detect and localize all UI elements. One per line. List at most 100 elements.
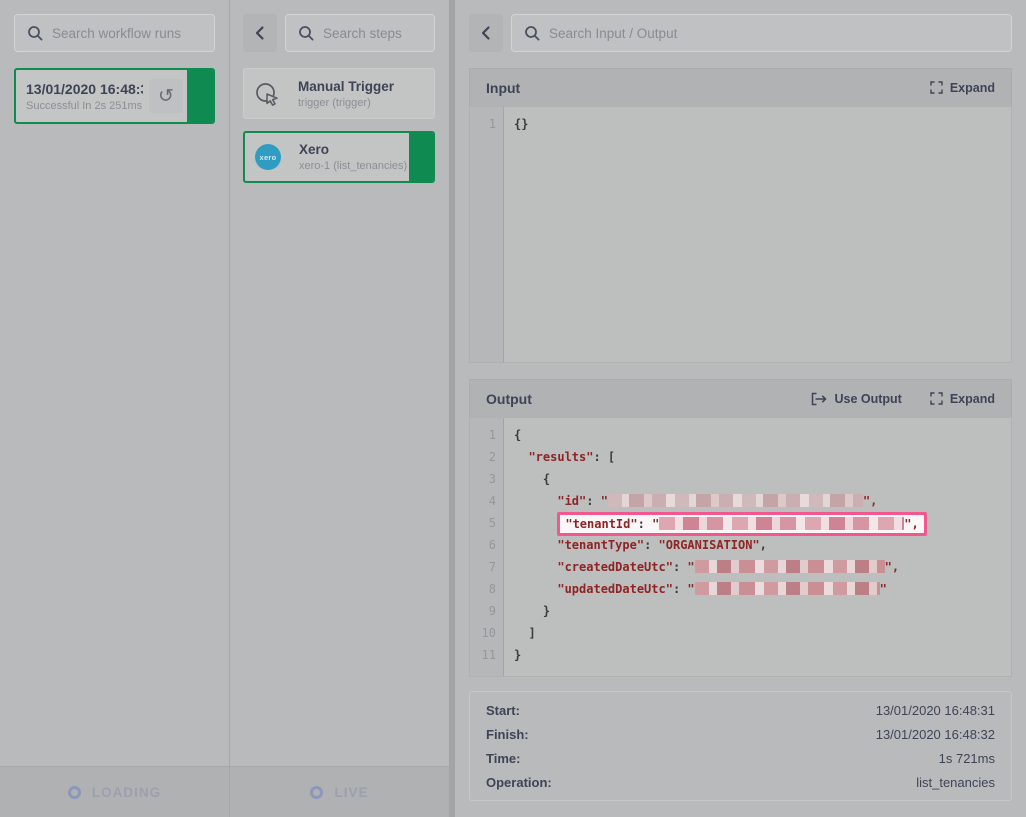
- expand-label: Expand: [950, 81, 995, 95]
- redacted-id-value: [608, 494, 863, 507]
- run-timestamp: 13/01/2020 16:48:30: [26, 81, 143, 97]
- live-label: LIVE: [334, 785, 368, 800]
- json-token: {: [514, 428, 521, 442]
- json-value: "ORGANISATION": [659, 538, 760, 552]
- json-token: ": [880, 582, 887, 596]
- json-token: ",: [904, 517, 918, 531]
- io-search-input[interactable]: [549, 26, 999, 41]
- live-indicator-icon: [310, 786, 323, 799]
- input-line-numbers: 1: [470, 107, 504, 362]
- expand-icon: [930, 392, 943, 405]
- steps-back-button[interactable]: [243, 14, 277, 52]
- retry-icon: ↺: [158, 87, 174, 106]
- line-number: 1: [470, 113, 496, 135]
- detail-row-operation: Operation: list_tenancies: [486, 775, 995, 790]
- json-token: [514, 604, 543, 618]
- detail-label: Operation:: [486, 775, 552, 790]
- input-title: Input: [486, 80, 520, 96]
- input-expand-button[interactable]: Expand: [930, 81, 995, 95]
- io-panel: Input Expand 1 {} Output: [455, 0, 1026, 817]
- json-token: ",: [863, 494, 877, 508]
- step-title: Manual Trigger: [298, 79, 430, 94]
- step-subtitle: trigger (trigger): [298, 97, 430, 109]
- json-token: [514, 538, 557, 552]
- step-success-strip: [409, 133, 433, 181]
- json-token: :: [586, 494, 600, 508]
- line-number: 11: [470, 644, 496, 666]
- json-token: [514, 472, 543, 486]
- detail-value: 13/01/2020 16:48:31: [876, 703, 995, 718]
- json-token: :: [673, 560, 687, 574]
- redacted-created-date-value: [695, 560, 885, 573]
- redacted-tenant-id-value: [659, 517, 904, 530]
- run-status-text: Successful In 2s 251ms: [26, 100, 143, 112]
- steps-search-input[interactable]: [323, 26, 422, 41]
- json-token: :: [673, 582, 687, 596]
- json-token: ": [687, 582, 694, 596]
- chevron-left-icon: [254, 25, 266, 41]
- io-back-button[interactable]: [469, 14, 503, 52]
- io-search[interactable]: [511, 14, 1012, 52]
- line-number: 6: [470, 534, 496, 556]
- json-token: ]: [528, 626, 535, 640]
- json-token: [514, 582, 557, 596]
- step-item-manual-trigger[interactable]: Manual Trigger trigger (trigger): [243, 68, 435, 119]
- output-line-numbers: 1 2 3 4 5 6 7 8 9 10 11: [470, 418, 504, 676]
- json-token: {: [543, 472, 550, 486]
- output-section: Output Use Output Expand 1: [469, 379, 1012, 677]
- json-token: [514, 516, 557, 530]
- line-number: 2: [470, 446, 496, 468]
- steps-search[interactable]: [285, 14, 435, 52]
- input-json-editor[interactable]: 1 {}: [469, 106, 1012, 363]
- json-token: ": [601, 494, 608, 508]
- detail-value: 13/01/2020 16:48:32: [876, 727, 995, 742]
- workflow-runs-search[interactable]: [14, 14, 215, 52]
- xero-logo-text: xero: [255, 144, 281, 170]
- line-number: 7: [470, 556, 496, 578]
- search-icon: [27, 25, 43, 41]
- line-number: 1: [470, 424, 496, 446]
- workflow-run-item[interactable]: 13/01/2020 16:48:30 Successful In 2s 251…: [14, 68, 215, 124]
- detail-value: 1s 721ms: [939, 751, 995, 766]
- json-key: "results": [528, 450, 593, 464]
- json-token: ,: [760, 538, 767, 552]
- detail-row-finish: Finish: 13/01/2020 16:48:32: [486, 727, 995, 742]
- line-number: 3: [470, 468, 496, 490]
- json-token: ": [652, 517, 659, 531]
- json-token: : [: [593, 450, 615, 464]
- line-number: 9: [470, 600, 496, 622]
- output-json-editor[interactable]: 1 2 3 4 5 6 7 8 9 10 11 { "results": [ {…: [469, 417, 1012, 677]
- input-section: Input Expand 1 {}: [469, 68, 1012, 363]
- json-key: "updatedDateUtc": [557, 582, 673, 596]
- workflow-runs-search-input[interactable]: [52, 26, 202, 41]
- detail-row-time: Time: 1s 721ms: [486, 751, 995, 766]
- use-output-label: Use Output: [834, 392, 901, 406]
- line-number: 4: [470, 490, 496, 512]
- redacted-updated-date-value: [695, 582, 880, 595]
- json-token: [514, 626, 528, 640]
- steps-status-bar: LIVE: [230, 766, 449, 817]
- json-token: }: [514, 648, 521, 662]
- input-code: {}: [514, 117, 528, 131]
- step-title: Xero: [299, 142, 405, 157]
- json-key: "tenantType": [557, 538, 644, 552]
- output-header: Output Use Output Expand: [469, 379, 1012, 417]
- loading-label: LOADING: [92, 785, 161, 800]
- steps-panel: Manual Trigger trigger (trigger) xero Xe…: [230, 0, 455, 817]
- workflow-runs-panel: 13/01/2020 16:48:30 Successful In 2s 251…: [0, 0, 230, 817]
- step-item-xero[interactable]: xero Xero xero-1 (list_tenancies): [243, 131, 435, 183]
- detail-row-start: Start: 13/01/2020 16:48:31: [486, 703, 995, 718]
- detail-label: Start:: [486, 703, 520, 718]
- json-token: :: [638, 517, 652, 531]
- expand-icon: [930, 81, 943, 94]
- rerun-button[interactable]: ↺: [149, 79, 183, 113]
- search-icon: [298, 25, 314, 41]
- output-json-code: { "results": [ { "id": "", "tenantId": "…: [504, 418, 1011, 676]
- detail-label: Time:: [486, 751, 520, 766]
- chevron-left-icon: [480, 25, 492, 41]
- loading-spinner-icon: [68, 786, 81, 799]
- output-expand-button[interactable]: Expand: [930, 392, 995, 406]
- use-output-button[interactable]: Use Output: [811, 392, 901, 406]
- json-token: [514, 494, 557, 508]
- detail-label: Finish:: [486, 727, 529, 742]
